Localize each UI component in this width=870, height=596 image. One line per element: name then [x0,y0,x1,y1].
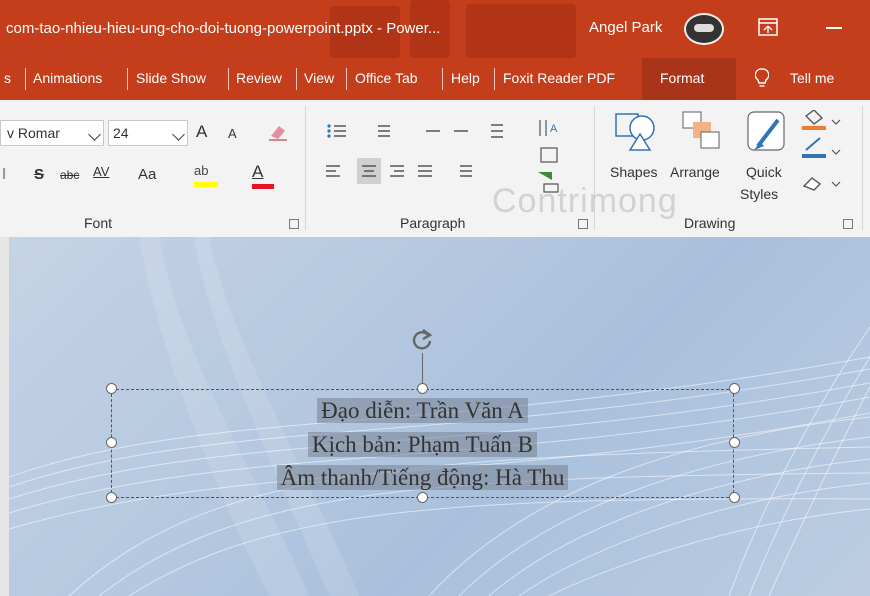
font-size-value: 24 [113,125,129,141]
highlight-letter: ab [194,163,209,178]
quick-styles-icon[interactable] [746,110,790,156]
tab-separator [296,68,297,90]
resize-handle-bottom[interactable] [417,492,428,503]
resize-handle-top[interactable] [417,383,428,394]
clear-formatting-icon[interactable] [267,122,289,142]
font-name-input[interactable]: v Romar [0,120,104,146]
ribbon: v Romar 24 A A l S abc AV Aa ab A Font A… [0,100,870,238]
tab-transitions[interactable]: s [4,70,11,86]
rotate-handle-stem [422,353,423,383]
bold-button-partial[interactable]: l [2,166,6,183]
tab-format-label: Format [660,70,705,86]
ribbon-tabs: s Animations Slide Show Review View Offi… [0,58,870,100]
resize-handle-top-left[interactable] [106,383,117,394]
change-case-button[interactable]: Aa [138,166,156,183]
grow-font-button[interactable]: A [196,122,207,142]
tab-foxit-reader-pdf[interactable]: Foxit Reader PDF [503,70,615,86]
tab-animations[interactable]: Animations [33,70,102,86]
shape-format-tools[interactable] [800,110,844,200]
font-size-input[interactable]: 24 [108,120,188,146]
title-decoration [466,4,576,58]
tab-format[interactable]: Format [642,58,736,100]
character-spacing-button[interactable]: AV [93,164,109,179]
font-name-value: v Romar [7,125,60,141]
resize-handle-left[interactable] [106,437,117,448]
drawing-group-label: Drawing [684,215,736,231]
group-separator [305,106,306,230]
shadow-button[interactable]: S [34,166,44,183]
tab-separator [228,68,229,90]
chevron-down-icon[interactable] [88,128,101,141]
lightbulb-icon[interactable] [755,68,769,88]
title-bar: com-tao-nhieu-hieu-ung-cho-doi-tuong-pow… [0,0,870,58]
shapes-icon[interactable] [612,110,660,154]
font-color-button[interactable]: A [252,162,276,189]
strikethrough-button[interactable]: abc [60,168,79,182]
arrange-button[interactable]: Arrange [670,164,720,180]
tell-me-search[interactable]: Tell me [790,70,834,86]
tab-separator [442,68,443,90]
resize-handle-bottom-left[interactable] [106,492,117,503]
highlight-swatch [194,182,218,187]
watermark: Contrimong [492,182,678,220]
highlight-button[interactable]: ab [194,162,220,187]
text-line-1-text: Đạo diễn: Trần Văn A [317,398,528,423]
tab-separator [127,68,128,90]
rotate-handle-icon[interactable] [409,327,435,353]
font-color-letter: A [252,162,264,181]
tab-review[interactable]: Review [236,70,282,86]
resize-handle-bottom-right[interactable] [729,492,740,503]
tab-view[interactable]: View [304,70,334,86]
tab-separator [494,68,495,90]
text-line-3[interactable]: Âm thanh/Tiếng động: Hà Thu [112,465,733,491]
ribbon-display-options-icon[interactable] [758,18,778,36]
tab-slide-show[interactable]: Slide Show [136,70,206,86]
slide-left-margin [0,237,9,596]
arrange-icon[interactable] [681,110,721,154]
styles-label[interactable]: Styles [740,186,778,202]
selected-text-box[interactable]: Đạo diễn: Trần Văn A Kịch bản: Phạm Tuấn… [111,389,734,498]
text-line-2[interactable]: Kịch bản: Phạm Tuấn B [112,432,733,458]
text-line-2-text: Kịch bản: Phạm Tuấn B [307,432,538,457]
font-dialog-launcher[interactable] [289,219,299,229]
minimize-button[interactable] [826,27,842,29]
text-line-3-text: Âm thanh/Tiếng động: Hà Thu [276,465,569,490]
resize-handle-right[interactable] [729,437,740,448]
group-separator [862,106,863,230]
font-group-label: Font [84,215,113,231]
drawing-dialog-launcher[interactable] [843,219,853,229]
tab-help[interactable]: Help [451,70,480,86]
chevron-down-icon[interactable] [172,128,185,141]
quick-styles-label[interactable]: Quick [746,164,782,180]
text-line-1[interactable]: Đạo diễn: Trần Văn A [112,398,733,424]
paragraph-group-label: Paragraph [400,215,466,231]
tab-office-tab[interactable]: Office Tab [355,70,418,86]
shapes-button[interactable]: Shapes [610,164,657,180]
svg-text:A: A [550,123,558,135]
tab-separator [346,68,347,90]
user-name[interactable]: Angel Park [589,19,662,36]
tab-separator [25,68,26,90]
font-color-swatch [252,184,274,189]
resize-handle-top-right[interactable] [729,383,740,394]
avatar[interactable] [684,13,724,45]
shrink-font-button[interactable]: A [228,126,237,141]
document-title: com-tao-nhieu-hieu-ung-cho-doi-tuong-pow… [6,20,441,37]
